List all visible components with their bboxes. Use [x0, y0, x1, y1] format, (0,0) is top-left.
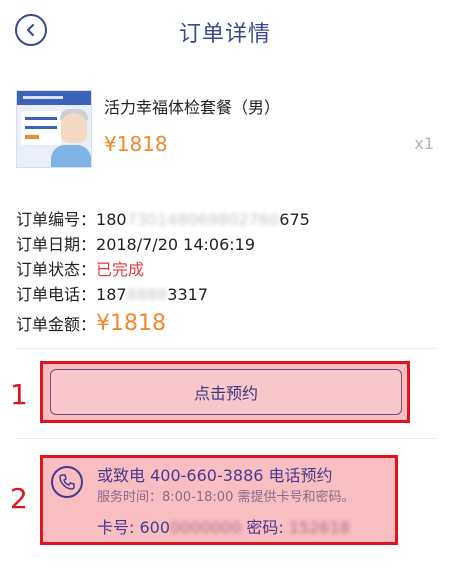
order-amount-label: 订单金额： — [16, 315, 97, 334]
order-phone-prefix: 187 — [96, 285, 127, 304]
order-phone-suffix: 3317 — [167, 285, 208, 304]
order-status-value: 已完成 — [96, 260, 145, 279]
order-number-hidden: 730148069802760 — [126, 210, 280, 229]
annotation-marker-2: 2 — [10, 482, 28, 515]
card-number-hidden: 0000000 — [170, 518, 242, 537]
book-appointment-button[interactable]: 点击预约 — [50, 369, 402, 415]
password-hidden: 152618 — [288, 518, 350, 537]
password-label: 密码: — [241, 518, 289, 537]
order-date-row: 订单日期：2018/7/20 14:06:19 — [16, 232, 436, 257]
divider — [16, 348, 436, 349]
order-number-suffix: 675 — [279, 210, 310, 229]
order-amount-value: ¥1818 — [96, 311, 167, 336]
order-phone-row: 订单电话：18788883317 — [16, 282, 436, 307]
product-quantity: x1 — [414, 134, 434, 153]
order-status-label: 订单状态： — [16, 260, 97, 279]
phone-icon — [51, 466, 83, 498]
page-title: 订单详情 — [178, 22, 271, 47]
phone-handset-icon — [59, 474, 75, 490]
order-date-label: 订单日期： — [16, 235, 97, 254]
card-number-prefix: 600 — [139, 518, 171, 537]
product-item[interactable]: 活力幸福体检套餐（男） ¥1818 x1 — [16, 90, 436, 170]
order-phone-hidden: 8888 — [126, 285, 168, 304]
header: 订单详情 — [0, 0, 450, 64]
service-hours: 服务时间：8:00-18:00 需提供卡号和密码。 — [97, 490, 355, 505]
order-date-value: 2018/7/20 14:06:19 — [96, 235, 255, 254]
annotation-marker-1: 1 — [10, 378, 28, 411]
order-number-label: 订单编号： — [16, 210, 97, 229]
order-amount-row: 订单金额：¥1818 — [16, 307, 436, 341]
order-number-prefix: 180 — [96, 210, 127, 229]
divider — [16, 438, 436, 439]
order-number-row: 订单编号：180730148069802760675 — [16, 207, 436, 232]
card-label: 卡号: — [97, 518, 140, 537]
product-thumbnail — [16, 90, 92, 168]
order-info: 订单编号：180730148069802760675 订单日期：2018/7/2… — [16, 207, 436, 341]
product-name: 活力幸福体检套餐（男） — [104, 98, 281, 117]
order-status-row: 订单状态：已完成 — [16, 257, 436, 282]
phone-booking-title[interactable]: 或致电 400-660-3886 电话预约 — [97, 462, 333, 486]
product-price: ¥1818 — [104, 132, 168, 156]
card-credentials: 卡号: 6000000000 密码: 152618 — [97, 514, 350, 538]
order-phone-label: 订单电话： — [16, 285, 97, 304]
